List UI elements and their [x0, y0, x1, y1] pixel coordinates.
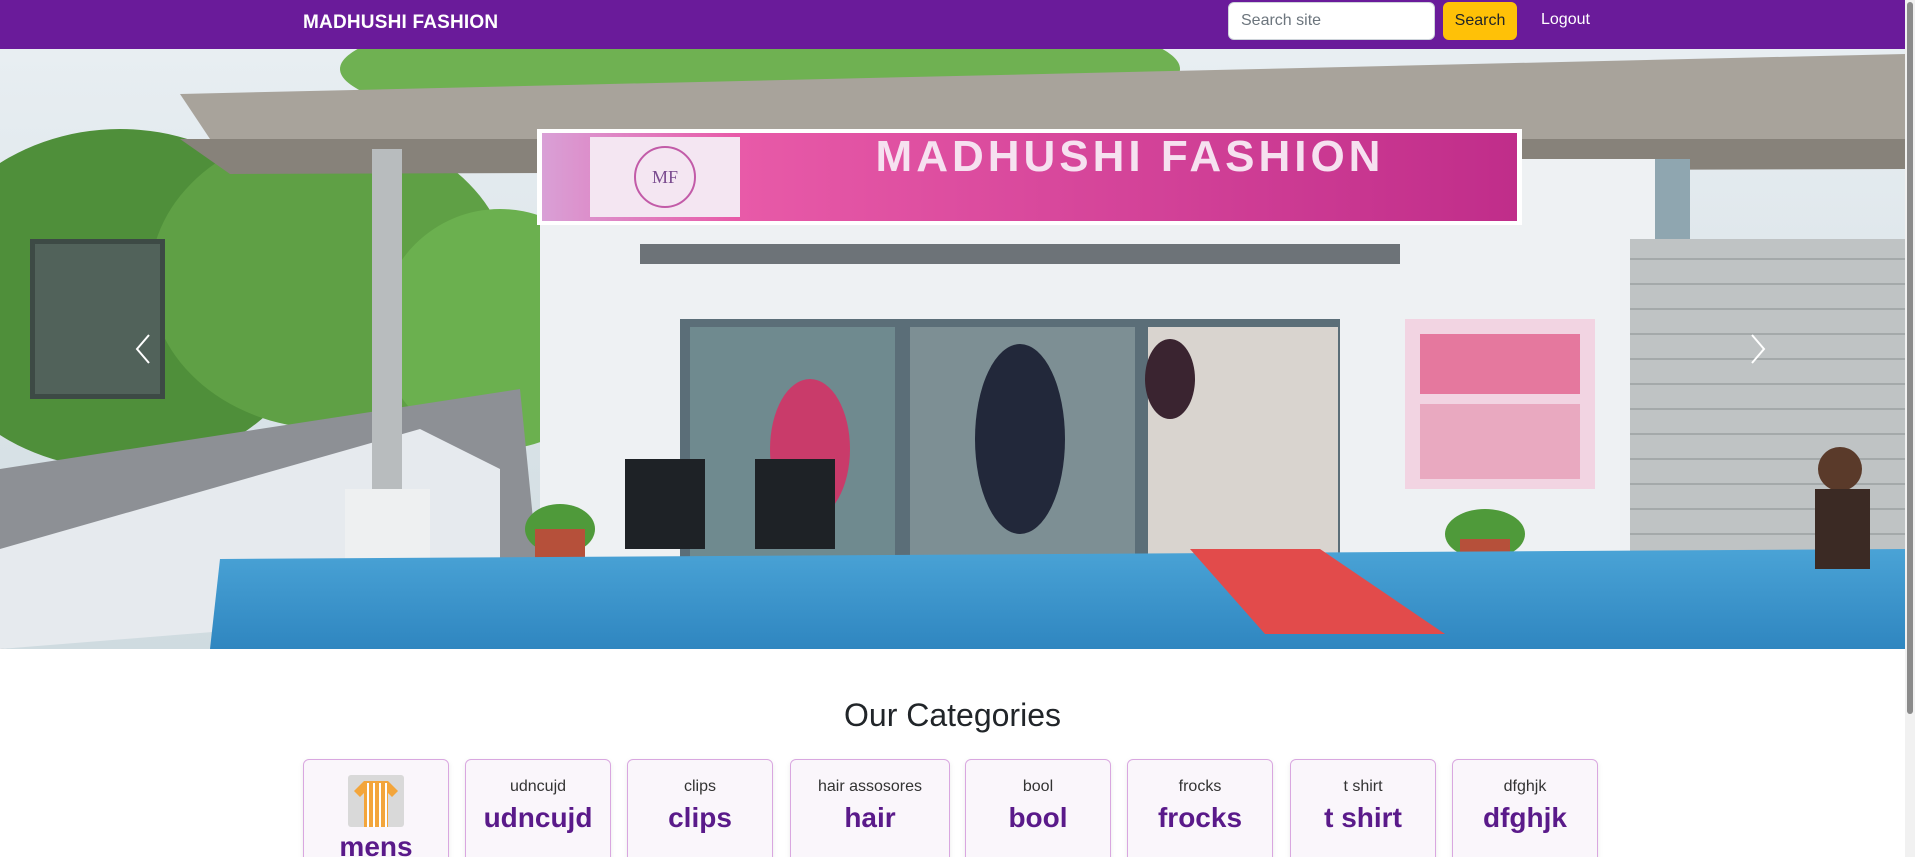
- carousel-next-button[interactable]: [1688, 49, 1828, 649]
- category-image-alt: hair assosores: [817, 778, 923, 795]
- category-card-udncujd[interactable]: udncujd udncujd: [465, 759, 611, 857]
- brand-logo-text[interactable]: MADHUSHI FASHION: [303, 12, 498, 34]
- category-name: bool: [1008, 802, 1068, 833]
- hero-carousel: MF MADHUSHI FASHION: [0, 49, 1905, 649]
- category-card-clips[interactable]: clips clips: [627, 759, 773, 857]
- category-name: dfghjk: [1483, 802, 1567, 833]
- chevron-left-icon: [135, 334, 150, 364]
- category-image-alt: frocks: [1178, 778, 1222, 795]
- category-card-frocks[interactable]: frocks frocks: [1127, 759, 1273, 857]
- sign-logo-text: MF: [652, 167, 678, 187]
- category-card-hair[interactable]: hair assosores hair: [790, 759, 950, 857]
- category-name: hair: [844, 802, 896, 833]
- top-navbar: MADHUSHI FASHION Search Logout: [0, 0, 1905, 49]
- category-image-alt: clips: [683, 778, 716, 795]
- logout-link[interactable]: Logout: [1541, 11, 1590, 29]
- chevron-right-icon: [1751, 334, 1766, 364]
- category-thumbnail: [348, 775, 404, 827]
- shop-front-photo: MF MADHUSHI FASHION: [0, 49, 1905, 649]
- category-name: frocks: [1157, 802, 1243, 833]
- carousel-prev-button[interactable]: [73, 49, 213, 649]
- scrollbar-thumb[interactable]: [1907, 2, 1913, 714]
- category-card-dfghjk[interactable]: dfghjk dfghjk: [1452, 759, 1598, 857]
- category-name: clips: [668, 802, 732, 833]
- category-name: udncujd: [483, 802, 593, 833]
- categories-heading: Our Categories: [844, 697, 1061, 733]
- category-card-mens[interactable]: mens: [303, 759, 449, 857]
- category-card-bool[interactable]: bool bool: [965, 759, 1111, 857]
- category-card-t-shirt[interactable]: t shirt t shirt: [1290, 759, 1436, 857]
- search-input[interactable]: [1228, 2, 1435, 40]
- category-image-alt: bool: [1022, 778, 1054, 795]
- page-scrollbar[interactable]: [1905, 0, 1915, 857]
- category-image-alt: udncujd: [509, 778, 567, 795]
- sign-title-text: MADHUSHI FASHION: [876, 132, 1385, 181]
- search-button[interactable]: Search: [1443, 2, 1517, 40]
- category-name: t shirt: [1324, 802, 1402, 833]
- category-image-alt: dfghjk: [1503, 778, 1547, 795]
- category-name: mens: [339, 831, 413, 857]
- category-image-alt: t shirt: [1343, 778, 1383, 795]
